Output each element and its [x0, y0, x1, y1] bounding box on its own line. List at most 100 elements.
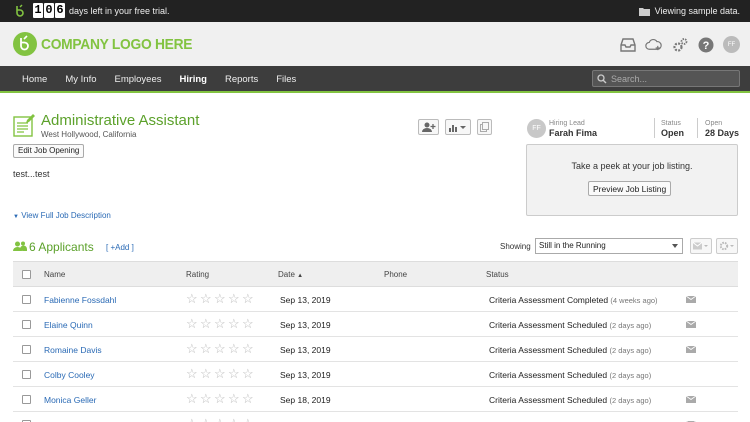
rating-stars[interactable]: ☆☆☆☆☆ — [186, 342, 256, 355]
company-logo-text[interactable]: COMPANY LOGO HERE — [41, 36, 193, 53]
column-header-status[interactable]: Status — [486, 270, 509, 279]
settings-gear-icon[interactable] — [671, 36, 688, 53]
open-days-value: 28 Days — [705, 128, 740, 138]
star-icon[interactable]: ☆ — [228, 292, 242, 305]
applicant-name-link[interactable]: Colby Cooley — [44, 370, 95, 380]
mail-icon[interactable] — [686, 346, 696, 353]
star-icon[interactable]: ☆ — [214, 317, 228, 330]
star-icon[interactable]: ☆ — [228, 392, 242, 405]
filter-value: Still in the Running — [539, 241, 606, 250]
star-icon[interactable]: ☆ — [214, 367, 228, 380]
star-icon[interactable]: ☆ — [186, 342, 200, 355]
star-icon[interactable]: ☆ — [186, 292, 200, 305]
nav-item-hiring[interactable]: Hiring — [171, 66, 216, 91]
reports-dropdown-button[interactable] — [445, 119, 471, 135]
applicant-status: Criteria Assessment Scheduled (2 days ag… — [489, 370, 651, 380]
row-checkbox[interactable] — [22, 295, 31, 304]
status-ago: (2 days ago) — [609, 346, 652, 355]
row-checkbox[interactable] — [22, 345, 31, 354]
table-row[interactable]: Ross Geller☆☆☆☆☆Sep 18, 2019Criteria Ass… — [13, 412, 738, 422]
star-icon[interactable]: ☆ — [214, 417, 228, 422]
applicant-name-link[interactable]: Elaine Quinn — [44, 320, 93, 330]
status-ago: (4 weeks ago) — [610, 296, 658, 305]
column-header-rating[interactable]: Rating — [186, 270, 209, 279]
star-icon[interactable]: ☆ — [200, 292, 214, 305]
star-icon[interactable]: ☆ — [186, 367, 200, 380]
column-header-phone[interactable]: Phone — [384, 270, 407, 279]
star-icon[interactable]: ☆ — [242, 317, 256, 330]
star-icon[interactable]: ☆ — [214, 342, 228, 355]
applicant-name-link[interactable]: Romaine Davis — [44, 345, 102, 355]
nav-item-files[interactable]: Files — [267, 66, 305, 91]
star-icon[interactable]: ☆ — [242, 367, 256, 380]
star-icon[interactable]: ☆ — [228, 417, 242, 422]
star-icon[interactable]: ☆ — [228, 317, 242, 330]
nav-item-employees[interactable]: Employees — [106, 66, 171, 91]
star-icon[interactable]: ☆ — [200, 317, 214, 330]
star-icon[interactable]: ☆ — [200, 342, 214, 355]
duplicate-button[interactable] — [477, 119, 492, 135]
user-avatar[interactable]: FF — [723, 36, 740, 53]
star-icon[interactable]: ☆ — [186, 417, 200, 422]
view-full-description-link[interactable]: ▼ View Full Job Description — [13, 211, 111, 220]
table-row[interactable]: Elaine Quinn ☆ ☆ ☆ ☆ ☆ Sep 13, 2019 Criteria As… — [13, 312, 738, 337]
star-icon[interactable]: ☆ — [228, 367, 242, 380]
applicant-name-link[interactable]: Fabienne Fossdahl — [44, 295, 116, 305]
rating-stars[interactable]: ☆☆☆☆☆ — [186, 317, 256, 330]
star-icon[interactable]: ☆ — [242, 292, 256, 305]
table-row[interactable]: Colby Cooley ☆ ☆ ☆ ☆ ☆ Sep 13, 2019 Criteria As… — [13, 362, 738, 387]
star-icon[interactable]: ☆ — [200, 392, 214, 405]
applicant-name-link[interactable]: Monica Geller — [44, 395, 96, 405]
add-applicant-link[interactable]: [ +Add ] — [106, 243, 134, 252]
inbox-icon[interactable] — [619, 36, 636, 53]
preview-job-listing-button[interactable]: Preview Job Listing — [588, 181, 672, 196]
star-icon[interactable]: ☆ — [242, 417, 256, 422]
table-row[interactable]: Fabienne Fossdahl ☆ ☆ ☆ ☆ ☆ Sep 13, 2019 Criter… — [13, 287, 738, 312]
settings-dropdown-button[interactable] — [716, 238, 738, 254]
nav-item-my-info[interactable]: My Info — [56, 66, 105, 91]
select-all-checkbox[interactable] — [22, 270, 31, 279]
mail-icon — [693, 242, 708, 250]
sample-data-text: Viewing sample data. — [654, 6, 740, 16]
nav-item-reports[interactable]: Reports — [216, 66, 267, 91]
column-header-date[interactable]: Date ▲ — [278, 270, 303, 279]
star-icon[interactable]: ☆ — [228, 342, 242, 355]
mail-icon[interactable] — [686, 396, 696, 403]
hiring-lead-name: Farah Fima — [549, 128, 598, 138]
mail-icon[interactable] — [686, 321, 696, 328]
star-icon[interactable]: ☆ — [242, 392, 256, 405]
applicant-filter-select[interactable]: Still in the Running — [535, 238, 683, 254]
star-icon[interactable]: ☆ — [186, 392, 200, 405]
star-icon[interactable]: ☆ — [186, 317, 200, 330]
column-header-name[interactable]: Name — [44, 270, 65, 279]
table-row[interactable]: Monica Geller ☆ ☆ ☆ ☆ ☆ Sep 18, 2019 Criteria A… — [13, 387, 738, 412]
copy-icon — [480, 122, 489, 132]
search-box — [592, 70, 740, 87]
rating-stars[interactable]: ☆☆☆☆☆ — [186, 392, 256, 405]
rating-stars[interactable]: ☆☆☆☆☆ — [186, 417, 256, 422]
cloud-upload-icon[interactable] — [645, 36, 662, 53]
company-logo-icon[interactable] — [13, 32, 37, 56]
rating-stars[interactable]: ☆☆☆☆☆ — [186, 292, 256, 305]
star-icon[interactable]: ☆ — [200, 367, 214, 380]
rating-stars[interactable]: ☆☆☆☆☆ — [186, 367, 256, 380]
applicant-status: Criteria Assessment Scheduled (2 days ag… — [489, 395, 651, 405]
star-icon[interactable]: ☆ — [200, 417, 214, 422]
row-checkbox[interactable] — [22, 370, 31, 379]
row-checkbox[interactable] — [22, 395, 31, 404]
star-icon[interactable]: ☆ — [214, 392, 228, 405]
search-input[interactable] — [611, 73, 736, 84]
applicant-date: Sep 18, 2019 — [280, 395, 331, 405]
table-row[interactable]: Romaine Davis ☆ ☆ ☆ ☆ ☆ Sep 13, 2019 Criteria A… — [13, 337, 738, 362]
star-icon[interactable]: ☆ — [214, 292, 228, 305]
email-dropdown-button[interactable] — [690, 238, 712, 254]
help-icon[interactable]: ? — [697, 36, 714, 53]
mail-icon[interactable] — [686, 296, 696, 303]
add-candidate-button[interactable] — [418, 119, 439, 135]
star-icon[interactable]: ☆ — [242, 342, 256, 355]
edit-job-opening-button[interactable]: Edit Job Opening — [13, 144, 85, 158]
status-text: Criteria Assessment Scheduled — [489, 345, 608, 355]
status-ago: (2 days ago) — [609, 371, 652, 380]
row-checkbox[interactable] — [22, 320, 31, 329]
nav-item-home[interactable]: Home — [0, 66, 56, 91]
